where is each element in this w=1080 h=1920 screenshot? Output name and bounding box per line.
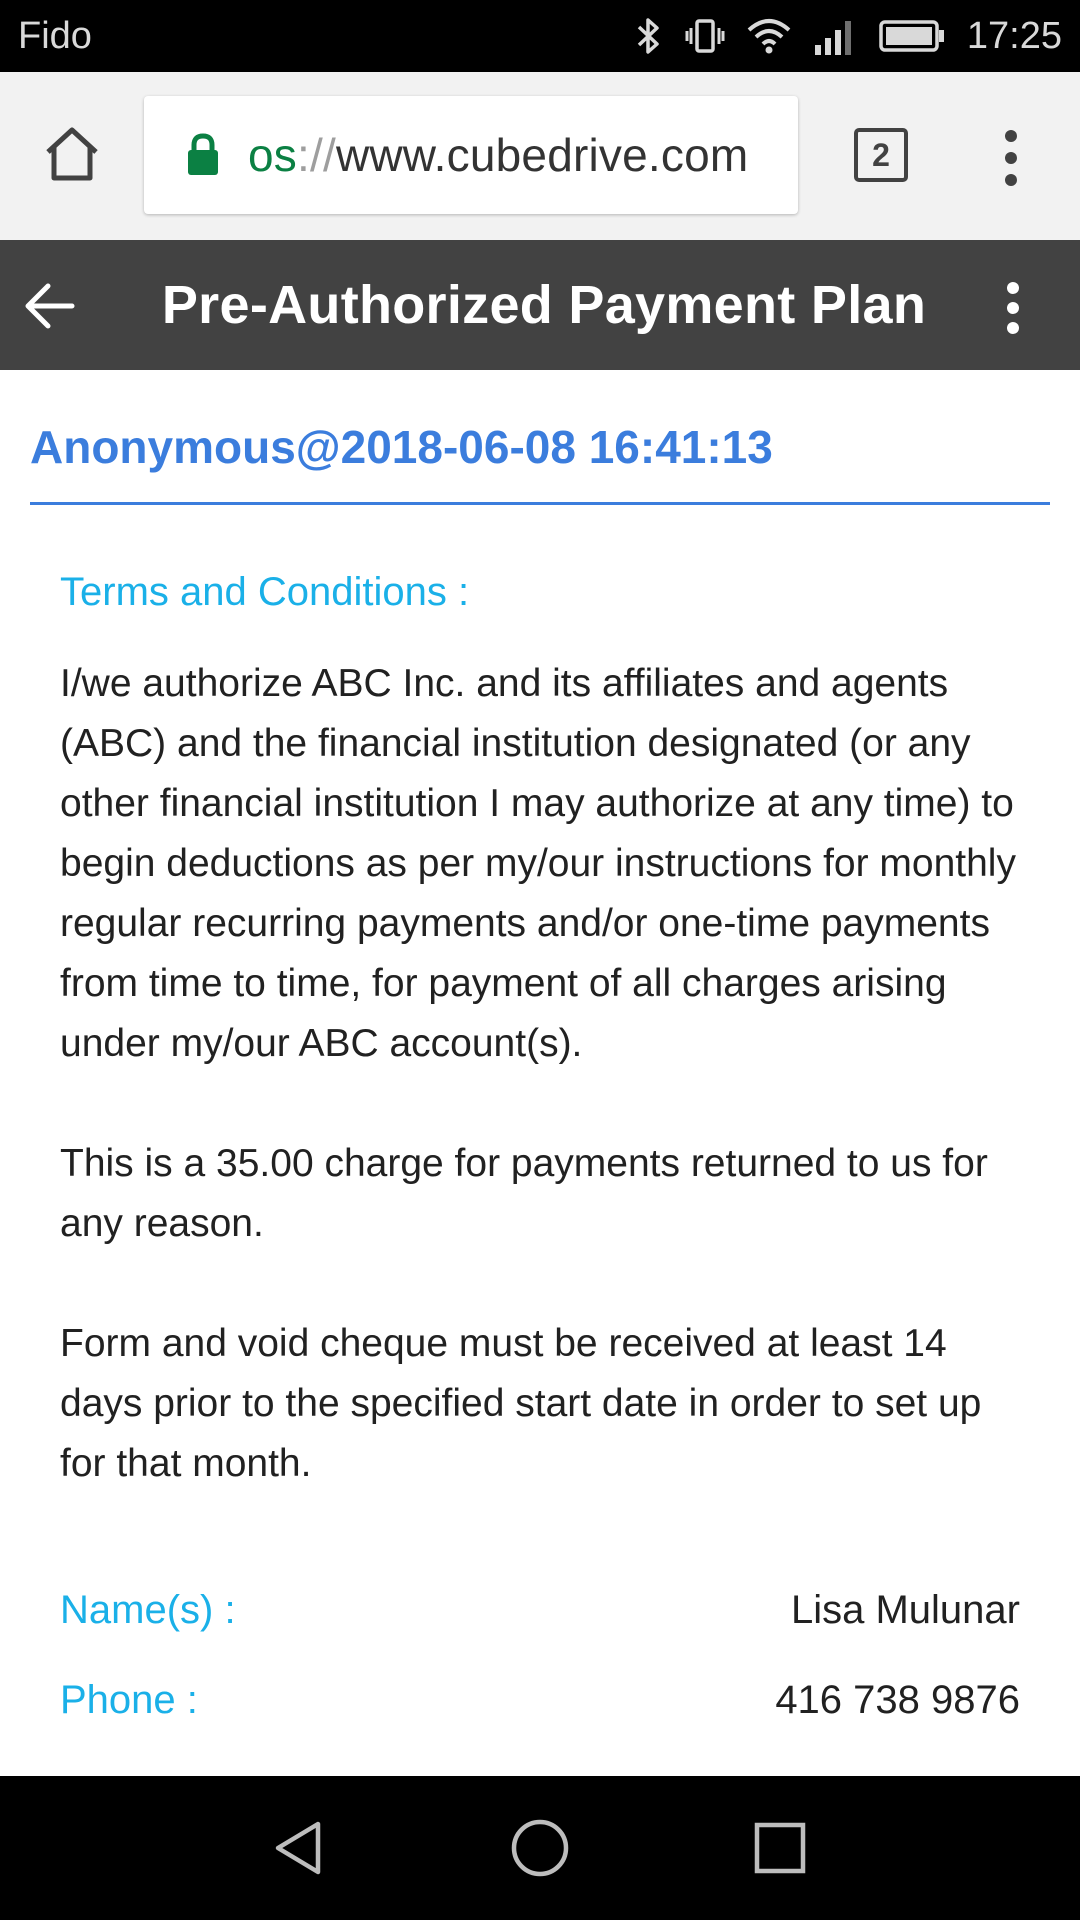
- nav-recents-icon[interactable]: [748, 1816, 812, 1880]
- overflow-menu-icon[interactable]: [996, 128, 1026, 188]
- record-content: Anonymous@2018-06-08 16:41:13 Terms and …: [0, 370, 1080, 1776]
- phone-field: Phone : 416 738 9876: [60, 1678, 1020, 1723]
- lock-icon: [188, 133, 218, 175]
- address-bar[interactable]: os://www.cubedrive.com: [144, 96, 798, 214]
- status-icons: 17:25: [635, 15, 1062, 58]
- url-host: www.cubedrive.com: [335, 129, 749, 181]
- bluetooth-icon: [637, 18, 659, 54]
- battery-icon: [879, 20, 944, 52]
- url-separator: ://: [296, 129, 336, 181]
- record-header: Anonymous@2018-06-08 16:41:13: [30, 421, 773, 473]
- system-nav-bar: [0, 1776, 1080, 1920]
- divider: [30, 502, 1050, 505]
- nav-home-icon[interactable]: [508, 1816, 572, 1880]
- clock: 17:25: [966, 14, 1062, 57]
- page-title: Pre-Authorized Payment Plan: [161, 275, 927, 335]
- terms-text: I/we authorize ABC Inc. and its affiliat…: [60, 654, 1030, 1554]
- terms-paragraph: Form and void cheque must be received at…: [60, 1322, 982, 1485]
- tab-count: 2: [872, 136, 890, 173]
- tab-switcher-button[interactable]: 2: [854, 128, 908, 182]
- url-scheme: os: [248, 129, 297, 181]
- phone-value: 416 738 9876: [775, 1678, 1020, 1722]
- vibrate-icon: [685, 19, 725, 53]
- names-field: Name(s) : Lisa Mulunar: [60, 1588, 1020, 1633]
- names-label: Name(s) :: [60, 1588, 236, 1632]
- terms-paragraph: I/we authorize ABC Inc. and its affiliat…: [60, 662, 1016, 1065]
- terms-paragraph: This is a 35.00 charge for payments retu…: [60, 1142, 988, 1245]
- app-header: Pre-Authorized Payment Plan: [0, 240, 1080, 370]
- url-text: os://www.cubedrive.com: [248, 128, 748, 182]
- terms-label: Terms and Conditions :: [60, 570, 470, 614]
- signal-icon: [814, 21, 851, 55]
- wifi-icon: [747, 19, 791, 54]
- carrier-name: Fido: [18, 14, 92, 57]
- browser-toolbar: os://www.cubedrive.com 2: [0, 72, 1080, 240]
- names-value: Lisa Mulunar: [790, 1588, 1020, 1632]
- nav-back-icon[interactable]: [268, 1816, 332, 1880]
- phone-label: Phone :: [60, 1678, 198, 1722]
- home-icon[interactable]: [40, 122, 104, 186]
- app-overflow-menu-icon[interactable]: [998, 282, 1028, 334]
- status-bar: Fido 17:25: [0, 0, 1080, 72]
